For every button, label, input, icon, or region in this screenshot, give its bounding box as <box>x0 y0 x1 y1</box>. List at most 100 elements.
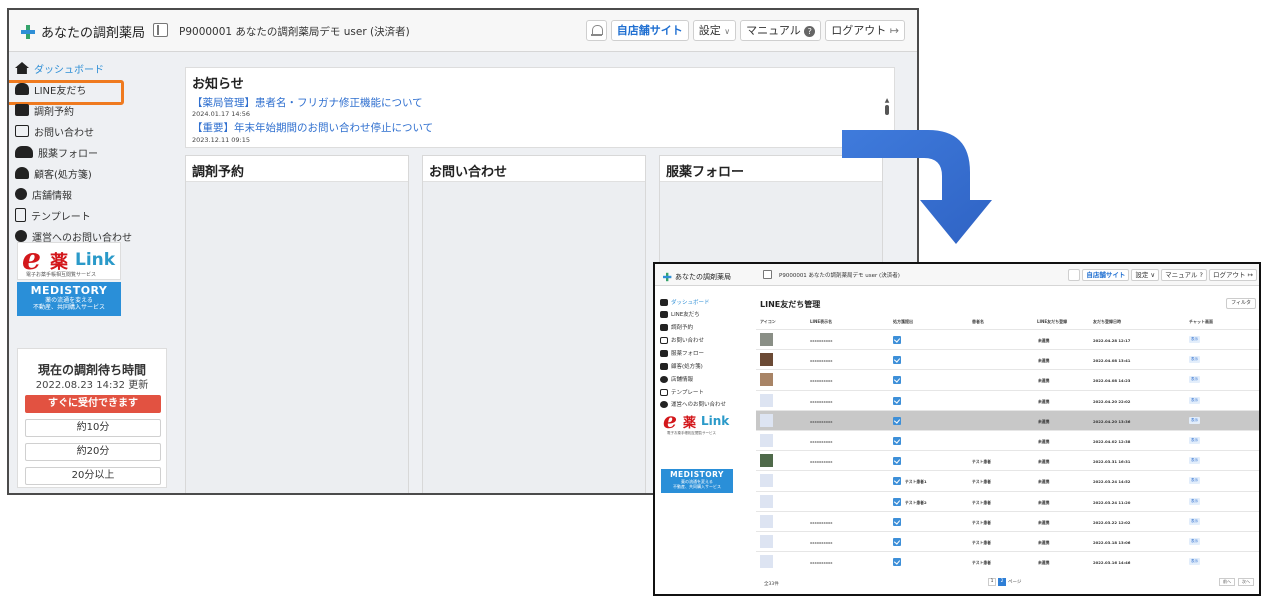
show-chat-button[interactable]: 表示 <box>1189 517 1200 525</box>
manual-button[interactable]: マニュアル ? <box>1161 269 1207 281</box>
manual-button[interactable]: マニュアル ? <box>740 20 822 41</box>
sidebar-item-store-info[interactable]: 店舗情報 <box>15 185 72 203</box>
table-row[interactable]: xxxxxxxxxx テスト患者 未連携 2022.03.31 16:31 表示 <box>756 450 1259 471</box>
table-row[interactable]: xxxxxxxxxx 未連携 2022.04.28 12:17 表示 <box>756 329 1259 350</box>
sidebar-item-template[interactable]: テンプレート <box>15 206 91 224</box>
prescription-checkbox[interactable] <box>893 497 901 506</box>
logout-button[interactable]: ログアウト ↦ <box>1208 269 1257 281</box>
table-row[interactable]: xxxxxxxxxx 未連携 2022.04.08 14:23 表示 <box>756 369 1259 390</box>
wait-now-button[interactable]: すぐに受付できます <box>25 395 161 413</box>
table-row[interactable]: テスト患者1 テスト患者 未連携 2022.03.24 14:52 表示 <box>756 470 1259 491</box>
column-header[interactable]: チャット画面 <box>1189 319 1213 325</box>
prescription-checkbox[interactable] <box>893 416 901 425</box>
pager-nav: 前へ 次へ <box>1219 578 1254 586</box>
wait-20min-button[interactable]: 約20分 <box>25 443 161 461</box>
prescription-checkbox[interactable] <box>893 437 901 445</box>
filter-button[interactable]: フィルタ <box>1226 298 1256 309</box>
show-chat-button[interactable]: 表示 <box>1189 457 1200 465</box>
medistory-banner[interactable]: MEDISTORY 薬の流通を変える 不動産、共同購入サービス <box>17 282 121 316</box>
news-scrollbar[interactable]: ▲ <box>884 98 890 122</box>
prescription-checkbox[interactable] <box>893 558 901 567</box>
show-chat-button[interactable]: 表示 <box>1189 558 1200 566</box>
app-logo[interactable]: あなたの調剤薬局 <box>21 22 145 41</box>
prescription-checkbox[interactable] <box>893 376 901 385</box>
sidebar-item-follow[interactable]: 服薬フォロー <box>660 348 704 358</box>
prescription-checkbox[interactable] <box>893 517 901 526</box>
show-chat-button[interactable]: 表示 <box>1189 376 1200 384</box>
show-chat-button[interactable]: 表示 <box>1189 336 1200 343</box>
sidebar-item-template[interactable]: テンプレート <box>660 387 704 397</box>
sidebar-item-dashboard[interactable]: ダッシュボード <box>15 59 104 77</box>
sidebar-toggle-icon[interactable] <box>763 270 772 279</box>
show-chat-button[interactable]: 表示 <box>1189 437 1200 444</box>
sidebar-toggle-icon[interactable] <box>153 23 168 37</box>
show-chat-button[interactable]: 表示 <box>1189 396 1200 404</box>
store-site-button[interactable]: 自店舗サイト <box>1082 269 1130 281</box>
sidebar-item-label: 店舗情報 <box>32 190 72 202</box>
table-row[interactable]: xxxxxxxxxx テスト患者 未連携 2022.03.18 13:06 表示 <box>756 531 1259 552</box>
news-item-link[interactable]: 【薬局管理】患者名・フリガナ修正機能について <box>192 95 423 110</box>
prescription-checkbox[interactable] <box>893 457 901 466</box>
bell-icon[interactable] <box>1068 269 1081 281</box>
table-row[interactable]: xxxxxxxxxx 未連携 2022.04.08 13:41 表示 <box>756 349 1259 370</box>
prescription-checkbox[interactable] <box>893 356 901 365</box>
table-row[interactable]: xxxxxxxxxx 未連携 2022.04.20 22:02 表示 <box>756 389 1259 411</box>
table-row[interactable]: xxxxxxxxxx テスト患者 未連携 2022.03.16 14:46 表示 <box>756 551 1259 572</box>
mail-icon <box>15 125 29 137</box>
logout-button[interactable]: ログアウト ↦ <box>825 20 905 41</box>
sidebar-item-customer[interactable]: 顧客(処方箋) <box>660 361 703 371</box>
avatar <box>760 474 773 488</box>
page-button[interactable]: 1 <box>988 578 996 586</box>
status-cell: 未連携 <box>1038 378 1050 384</box>
prescription-checkbox[interactable] <box>893 477 901 486</box>
prescription-checkbox[interactable] <box>893 538 901 546</box>
column-header[interactable]: 処方箋提出 <box>893 319 913 325</box>
status-cell: 未連携 <box>1038 418 1050 424</box>
table-row[interactable]: xxxxxxxxxx 未連携 2022.04.02 12:38 表示 <box>756 430 1259 451</box>
patient-name-cell: テスト患者 <box>972 479 991 485</box>
bell-icon[interactable] <box>585 20 607 41</box>
prescription-checkbox[interactable] <box>893 336 901 344</box>
show-chat-button[interactable]: 表示 <box>1189 538 1200 545</box>
show-chat-button[interactable]: 表示 <box>1189 356 1200 364</box>
pharmacist-icon <box>15 146 33 158</box>
sidebar-item-follow[interactable]: 服薬フォロー <box>15 143 98 161</box>
settings-button[interactable]: 設定 ∨ <box>692 20 737 41</box>
settings-button[interactable]: 設定 ∨ <box>1131 269 1160 281</box>
sidebar-item-dashboard[interactable]: ダッシュボード <box>660 297 710 307</box>
column-header[interactable]: LINE友だち登録 <box>1037 319 1067 325</box>
news-item-link[interactable]: 【重要】年末年始期間のお問い合わせ停止について <box>192 120 433 135</box>
sidebar-item-inquiry[interactable]: お問い合わせ <box>660 335 704 345</box>
e-kusuri-link-banner[interactable]: e 薬 Link 電子お薬手帳相互閲覧サービス <box>17 242 121 280</box>
table-row[interactable]: テスト患者2 テスト患者 未連携 2022.03.24 11:20 表示 <box>756 490 1259 512</box>
store-site-button[interactable]: 自店舗サイト <box>610 20 689 41</box>
column-header[interactable]: 患者名 <box>972 319 984 325</box>
column-header[interactable]: 友だち登録日時 <box>1093 319 1121 325</box>
sidebar-item-customer[interactable]: 顧客(処方箋) <box>15 164 92 182</box>
show-chat-button[interactable]: 表示 <box>1189 416 1200 424</box>
show-chat-button[interactable]: 表示 <box>1189 477 1200 485</box>
next-button[interactable]: 次へ <box>1238 578 1254 586</box>
show-chat-button[interactable]: 表示 <box>1189 497 1200 505</box>
prescription-checkbox[interactable] <box>893 396 901 405</box>
e-kusuri-link-banner[interactable]: e 薬 Link 電子お薬手帳相互閲覧サービス <box>661 409 733 439</box>
sidebar-item-reservation[interactable]: 調剤予約 <box>15 101 74 119</box>
table-row[interactable]: xxxxxxxxxx 未連携 2022.04.20 13:36 表示 <box>756 409 1259 431</box>
app-logo[interactable]: あなたの調剤薬局 <box>663 270 731 284</box>
sidebar-item-reservation[interactable]: 調剤予約 <box>660 322 693 332</box>
medistory-banner[interactable]: MEDISTORY 薬の流通を変える 不動産、共同購入サービス <box>661 469 733 493</box>
wait-10min-button[interactable]: 約10分 <box>25 419 161 437</box>
table-row[interactable]: xxxxxxxxxx テスト患者 未連携 2022.03.22 12:02 表示 <box>756 510 1259 532</box>
column-header[interactable]: アイコン <box>760 319 776 325</box>
sidebar-item-line-friends[interactable]: LINE友だち <box>660 309 700 319</box>
sidebar-item-store-info[interactable]: 店舗情報 <box>660 374 693 384</box>
sidebar-item-label: ダッシュボード <box>34 64 104 76</box>
wait-over20-button[interactable]: 20分以上 <box>25 467 161 485</box>
scroll-thumb[interactable] <box>885 105 889 115</box>
sidebar-item-inquiry[interactable]: お問い合わせ <box>15 122 94 140</box>
prev-button[interactable]: 前へ <box>1219 578 1235 586</box>
scroll-up-icon[interactable]: ▲ <box>884 98 890 104</box>
news-title: お知らせ <box>192 77 244 92</box>
column-header[interactable]: LINE表示名 <box>810 319 832 325</box>
page-button[interactable]: 2 <box>998 578 1006 586</box>
